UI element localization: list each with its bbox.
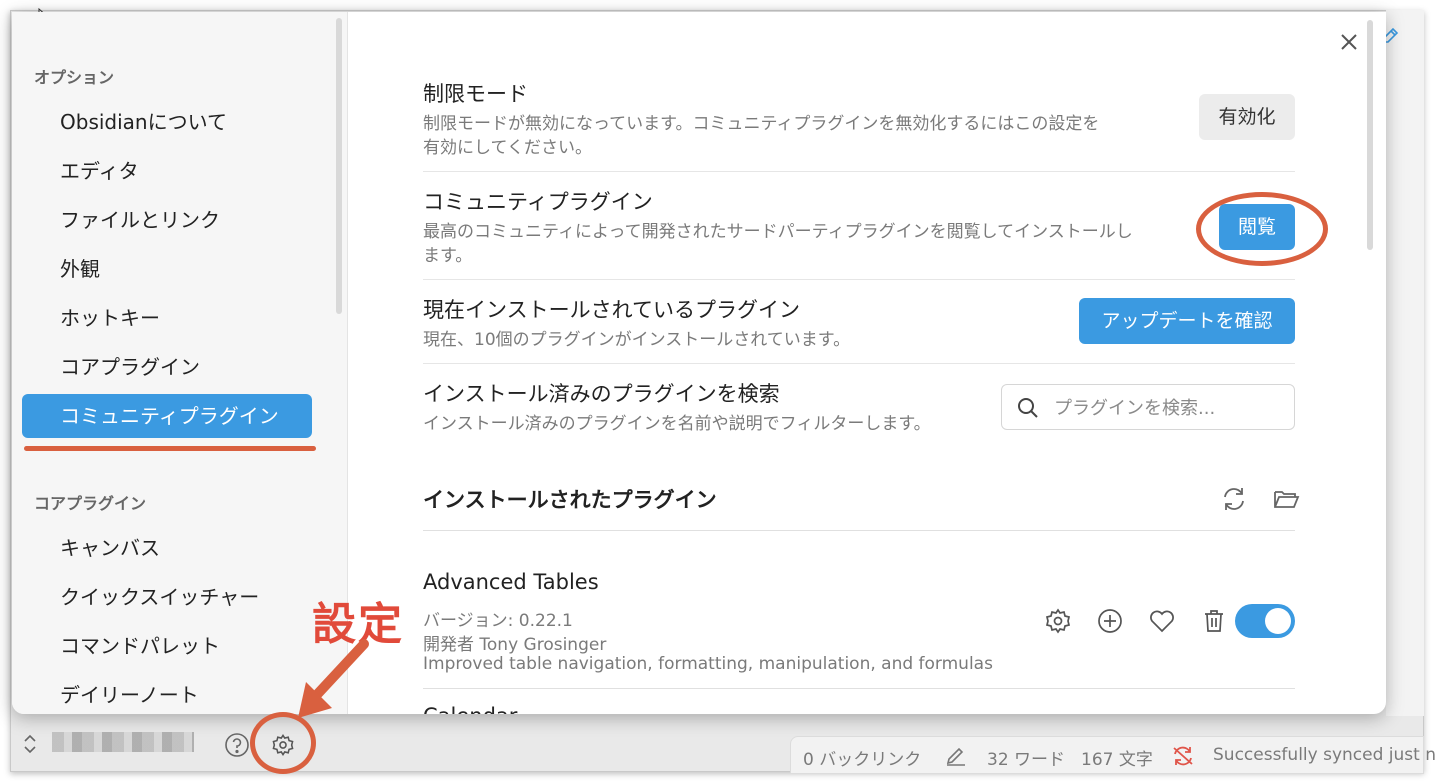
plugin-name: Advanced Tables [423,570,599,594]
settings-sidebar: オプション Obsidianについて エディタ ファイルとリンク 外観 ホットキ… [12,12,348,714]
sidebar-item-quick-switcher[interactable]: クイックスイッチャー [22,575,312,619]
sidebar-item-core-plugins[interactable]: コアプラグイン [22,345,312,389]
annotation-underline [24,446,316,451]
setting-community-plugins: コミュニティプラグイン 最高のコミュニティによって開発されたサードパーティプラグ… [423,184,1295,280]
sidebar-item-command-palette[interactable]: コマンドパレット [22,624,312,668]
annotation-oval-browse [1196,192,1328,266]
setting-name: インストール済みのプラグインを検索 [423,382,780,406]
setting-desc: 有効にしてください。 [423,138,592,158]
setting-name: コミュニティプラグイン [423,190,653,214]
sidebar-item-community-plugins[interactable]: コミュニティプラグイン [22,394,312,438]
sidebar-item-files-links[interactable]: ファイルとリンク [22,198,312,242]
sidebar-scrollbar[interactable] [336,18,342,314]
folder-open-icon[interactable] [1271,484,1301,514]
status-bar: 0 バックリンク 32 ワード 167 文字 Successfully sync… [790,736,1436,774]
sync-icon[interactable] [1171,745,1195,767]
reload-icon[interactable] [1219,484,1249,514]
heart-icon[interactable] [1147,606,1177,636]
char-count: 167 文字 [1081,750,1153,770]
setting-desc: 現在、10個のプラグインがインストールされています。 [423,330,851,350]
setting-desc: 最高のコミュニティによって開発されたサードパーティプラグインを閲覧してインストー… [423,222,1133,242]
toggle-knob [1265,608,1291,634]
word-count: 32 ワード [987,750,1066,770]
trash-icon[interactable] [1199,606,1229,636]
content-scrollbar[interactable] [1367,20,1373,250]
backlinks-count[interactable]: 0 バックリンク [803,745,921,770]
plugin-divider [423,688,1295,689]
setting-installed-plugins: 現在インストールされているプラグイン 現在、10個のプラグインがインストールされ… [423,292,1295,364]
setting-desc: ます。 [423,246,473,266]
editor-background [1386,10,1424,716]
settings-content: 制限モード 制限モードが無効になっています。コミュニティプラグインを無効化するに… [349,12,1386,714]
chevron-up-down-icon[interactable] [22,734,38,754]
sidebar-item-canvas[interactable]: キャンバス [22,526,312,570]
sync-status: Successfully synced just no [1213,745,1436,765]
plugin-search-box[interactable] [1001,384,1295,430]
sidebar-item-daily-notes[interactable]: デイリーノート [22,673,312,714]
plugin-name: Calendar [423,704,517,714]
vault-name-blurred[interactable] [52,732,194,752]
section-divider [423,530,1295,531]
setting-name: 現在インストールされているプラグイン [423,298,800,322]
plugin-description: Improved table navigation, formatting, m… [423,654,993,674]
plus-circle-icon[interactable] [1095,606,1125,636]
check-updates-button[interactable]: アップデートを確認 [1079,298,1295,344]
setting-restricted-mode: 制限モード 制限モードが無効になっています。コミュニティプラグインを無効化するに… [423,76,1295,172]
help-icon[interactable] [224,732,250,758]
search-icon [1018,398,1038,418]
sidebar-heading-options: オプション [34,68,115,87]
enable-restricted-mode-button[interactable]: 有効化 [1199,94,1295,140]
sidebar-item-appearance[interactable]: 外観 [22,247,312,291]
plugin-enable-toggle[interactable] [1235,604,1295,638]
setting-name: 制限モード [423,82,528,106]
pencil-icon[interactable] [945,746,967,766]
sidebar-item-hotkeys[interactable]: ホットキー [22,296,312,340]
installed-plugins-heading: インストールされたプラグイン [423,488,717,512]
plugin-author: 開発者 Tony Grosinger [423,635,607,655]
annotation-arrow-icon [298,639,369,718]
gear-icon[interactable] [1043,606,1073,636]
sidebar-item-about[interactable]: Obsidianについて [22,100,312,144]
setting-desc: 制限モードが無効になっています。コミュニティプラグインを無効化するにはこの設定を [423,114,1100,134]
sidebar-heading-core-plugins: コアプラグイン [34,494,147,513]
setting-desc: インストール済みのプラグインを名前や説明でフィルターします。 [423,414,931,434]
close-icon[interactable] [1337,30,1361,54]
settings-modal: オプション Obsidianについて エディタ ファイルとリンク 外観 ホットキ… [12,12,1386,714]
plugin-search-input[interactable] [1054,393,1284,423]
sidebar-item-editor[interactable]: エディタ [22,149,312,193]
plugin-version: バージョン: 0.22.1 [423,611,573,631]
